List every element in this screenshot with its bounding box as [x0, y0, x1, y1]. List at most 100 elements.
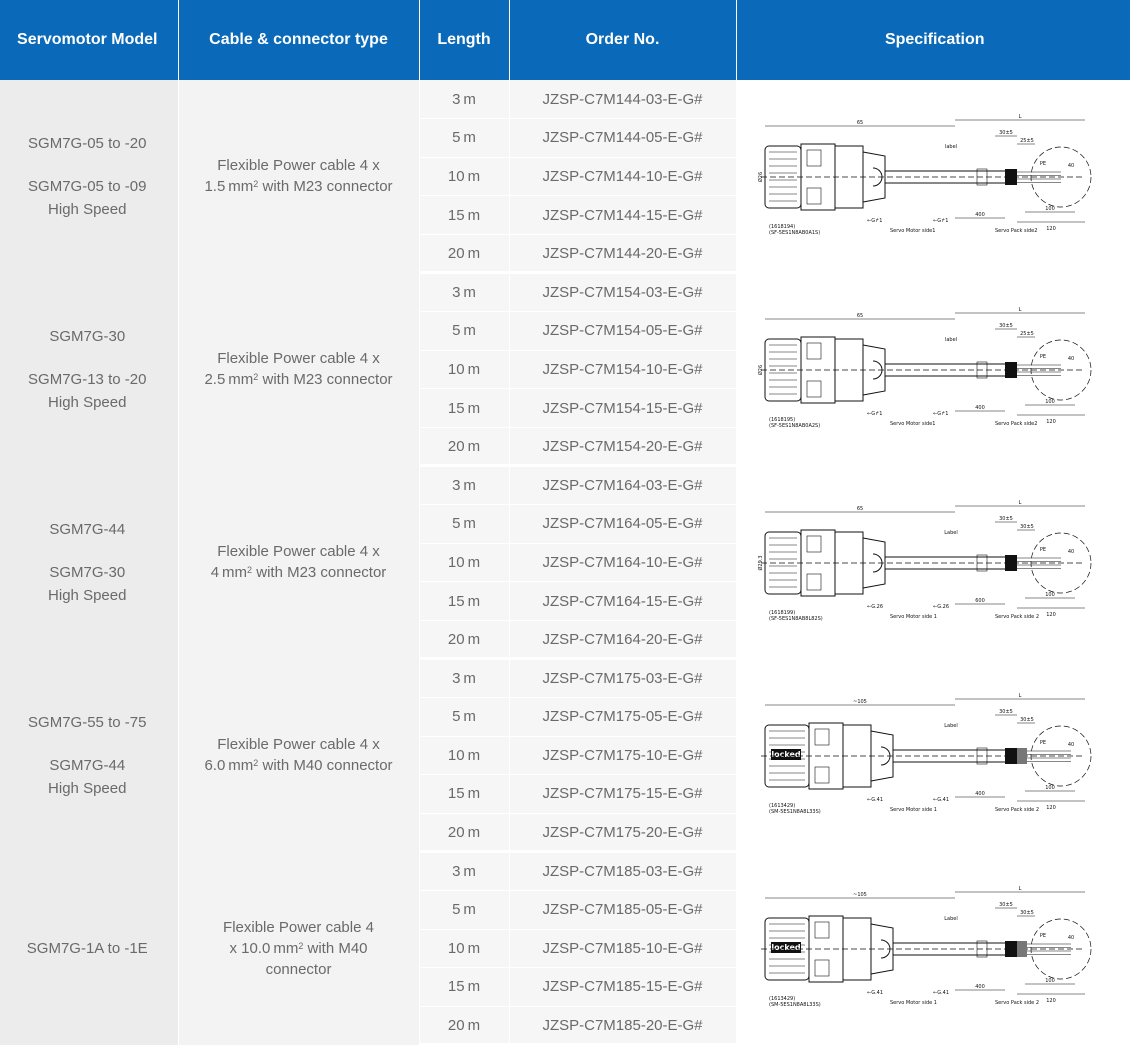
cable-label-text: Label: [944, 723, 958, 729]
length-cell: 20 m: [419, 427, 510, 468]
dimension-total-label: ~105: [853, 892, 867, 898]
cable-type-line: 1.5 mm2 with M23 connector: [180, 176, 418, 197]
connector-window: [806, 343, 822, 360]
servo-motor-side-label: Servo Motor side 1: [890, 807, 937, 813]
specification-drawing-cell: 65 L 30±5 25±5 400 100 120 40 PE label Ø26 ←G↱1 ←G↱1…: [736, 272, 1130, 466]
part-code-label: (SM-5ES1N8A8L33S): [769, 1002, 821, 1008]
shrink-sleeve: [1004, 748, 1017, 765]
length-cell: 3 m: [419, 851, 510, 891]
gland-label-motor: ←G.26: [867, 604, 883, 610]
servomotor-model-text: High Speed: [48, 393, 127, 411]
cable-cross-section: 2.5 mm: [204, 371, 254, 389]
dimension-b-label: 25±5: [1020, 331, 1034, 337]
servomotor-model-text: SGM7G-55 to -75: [28, 713, 147, 731]
dimension-100-label: 100: [1045, 206, 1055, 212]
servomotor-model-text: SGM7G-44: [49, 520, 126, 538]
cable-connector-text: with M40 connector: [258, 757, 393, 775]
diameter-label: Ø26: [757, 365, 764, 375]
dimension-a-label: 30±5: [999, 130, 1013, 136]
cable-drawing: 65 L 30±5 25±5 400 100 120 40 PE label Ø26 ←G↱1 ←G↱1…: [757, 114, 1092, 236]
pe-label: PE: [1040, 354, 1046, 360]
header-specification: Specification: [736, 0, 1130, 80]
order-number-cell: JZSP-C7M164-20-E-G#: [509, 620, 737, 661]
cable-type-line: Flexible Power cable 4 x: [217, 157, 380, 175]
shrink-sleeve: [1004, 362, 1017, 379]
shield-braid: [1016, 941, 1027, 958]
order-number-cell: JZSP-C7M175-05-E-G#: [509, 697, 737, 737]
part-code-label: (SF-5ES1N8AB0A2S): [769, 423, 820, 429]
cable-type-cell: Flexible Power cable 4 x4 mm2 with M23 c…: [178, 465, 420, 659]
servomotor-model-text: High Speed: [48, 779, 127, 797]
connector-window: [806, 381, 822, 398]
connector-body: [834, 338, 864, 402]
servomotor-model-text: SGM7G-13 to -20: [28, 370, 147, 388]
dimension-400-label: 600: [975, 598, 985, 604]
cable-connector-text: with M23 connector: [258, 178, 393, 196]
cable-connector-text: with M23 connector: [252, 564, 387, 582]
gland-label-pack: ←G↱1: [933, 411, 948, 417]
cable-cross-section: 1.5 mm: [204, 178, 254, 196]
order-number-cell: JZSP-C7M185-05-E-G#: [509, 890, 737, 930]
dimension-40-label: 40: [1068, 935, 1074, 941]
connector-window: [814, 729, 830, 746]
specification-drawing-cell: locked ~105 L 30±5 30±5 400 100 120 40 PE Label ←G.…: [736, 658, 1130, 852]
dimension-b-label: 30±5: [1020, 717, 1034, 723]
order-number-cell: JZSP-C7M185-10-E-G#: [509, 929, 737, 969]
dimension-400-label: 400: [975, 791, 985, 797]
order-number-cell: JZSP-C7M154-15-E-G#: [509, 388, 737, 428]
squared-superscript: 2: [253, 758, 259, 769]
length-cell: 10 m: [419, 350, 510, 390]
squared-superscript: 2: [253, 179, 259, 190]
dimension-a-label: 30±5: [999, 516, 1013, 522]
servomotor-model-text: SGM7G-30: [49, 563, 126, 581]
dimension-100-label: 100: [1045, 592, 1055, 598]
cable-type-line: 6.0 mm2 with M40 connector: [180, 755, 418, 776]
dimension-b-label: 30±5: [1020, 910, 1034, 916]
dimension-100-label: 100: [1045, 399, 1055, 405]
length-cell: 3 m: [419, 658, 510, 698]
cable-drawing: locked ~105 L 30±5 30±5 400 100 120 40 PE Label ←G.…: [760, 693, 1092, 815]
servo-pack-side-label: Servo Pack side 2: [995, 614, 1039, 620]
servo-motor-side-label: Servo Motor side 1: [890, 614, 937, 620]
length-cell: 5 m: [419, 504, 510, 544]
cable-label-text: Label: [944, 916, 958, 922]
cable-connector-text: with M23 connector: [258, 371, 393, 389]
cable-type-cell: Flexible Power cable 4 x 10.0 mm2 with M4…: [178, 851, 420, 1045]
cable-connector-text: with M40: [303, 939, 368, 957]
dimension-l-label: L: [1018, 500, 1021, 506]
dimension-b-label: 25±5: [1020, 138, 1034, 144]
length-cell: 10 m: [419, 929, 510, 969]
dimension-total-label: 65: [857, 313, 863, 319]
connector-body: [834, 145, 864, 209]
model-gap: [0, 734, 177, 754]
length-cell: 3 m: [419, 272, 510, 313]
gland-label-motor: ←G↱1: [867, 411, 882, 417]
diameter-label: Ø29.3: [757, 556, 764, 571]
dimension-a-label: 30±5: [999, 902, 1013, 908]
servomotor-model-text: High Speed: [48, 200, 127, 218]
connector-window: [806, 188, 822, 205]
table-row: SGM7G-55 to -75 SGM7G-44 High Speed Flexibl…: [0, 658, 1130, 852]
gland-label-pack: ←G.41: [933, 990, 949, 996]
servomotor-model-cell: SGM7G-55 to -75 SGM7G-44 High Speed: [0, 658, 179, 852]
order-number-cell: JZSP-C7M154-05-E-G#: [509, 311, 737, 351]
length-cell: 3 m: [419, 80, 510, 120]
length-cell: 5 m: [419, 118, 510, 158]
order-number-cell: JZSP-C7M185-15-E-G#: [509, 967, 737, 1007]
header-cable-connector-type: Cable & connector type: [178, 0, 420, 80]
servo-pack-side-label: Servo Pack side2: [995, 228, 1037, 234]
dimension-l-label: L: [1018, 886, 1021, 892]
cable-label-text: label: [945, 337, 957, 343]
order-number-cell: JZSP-C7M175-20-E-G#: [509, 813, 737, 854]
shrink-sleeve: [1004, 941, 1017, 958]
dimension-total-label: 65: [857, 506, 863, 512]
cable-spec-table: Servomotor Model Cable & connector type …: [0, 0, 1130, 1046]
order-number-cell: JZSP-C7M144-10-E-G#: [509, 157, 737, 197]
dimension-l-label: L: [1018, 307, 1021, 313]
servomotor-model-text: SGM7G-30: [49, 327, 126, 345]
cable-type-cell: Flexible Power cable 4 x 1.5 mm2 with M23…: [178, 80, 420, 273]
cable-type-line: Flexible Power cable 4 x: [217, 543, 380, 561]
connector-window: [814, 922, 830, 939]
cable-type-line: Flexible Power cable 4 x: [217, 736, 380, 754]
cable-drawing: locked ~105 L 30±5 30±5 400 100 120 40 PE Label ←G.…: [760, 886, 1092, 1008]
